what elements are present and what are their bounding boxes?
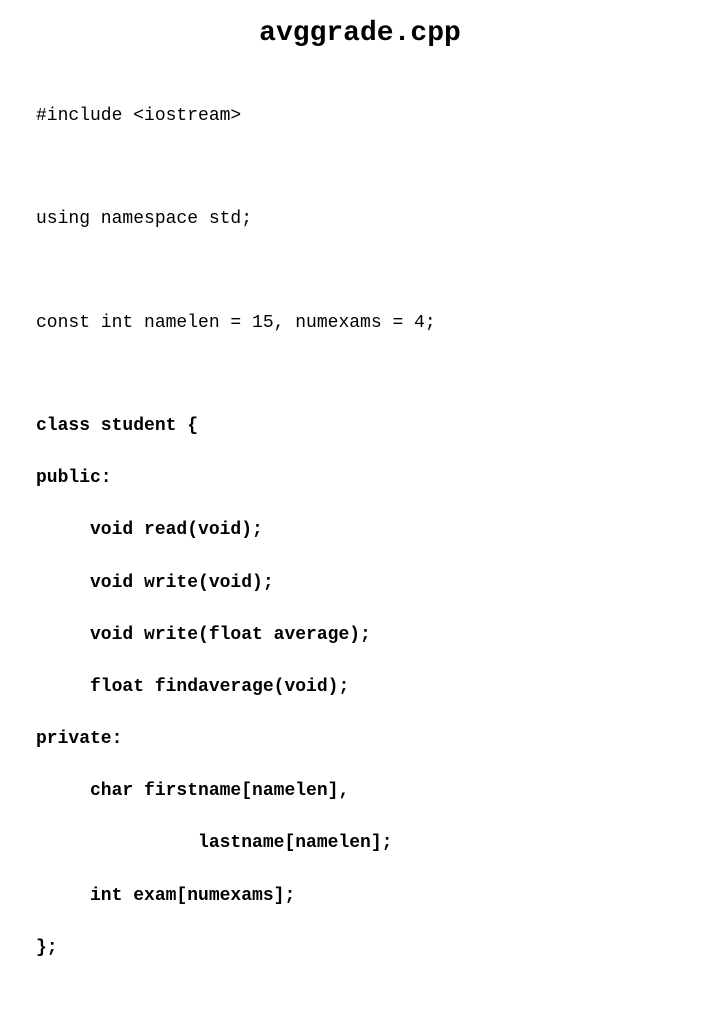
code-line: void write(float average); [36, 622, 684, 648]
code-slide: avggrade.cpp #include <iostream> using n… [0, 0, 720, 1013]
code-line: private: [36, 726, 684, 752]
code-line: lastname[namelen]; [36, 830, 684, 856]
code-line: #include <iostream> [36, 103, 684, 129]
file-title: avggrade.cpp [36, 18, 684, 49]
blank-line [36, 155, 684, 180]
code-line: float findaverage(void); [36, 674, 684, 700]
code-line: public: [36, 465, 684, 491]
code-line: using namespace std; [36, 206, 684, 232]
code-line: class student { [36, 413, 684, 439]
code-line: char firstname[namelen], [36, 778, 684, 804]
code-block: #include <iostream> using namespace std;… [36, 77, 684, 1013]
code-line: int exam[numexams]; [36, 883, 684, 909]
code-line: void write(void); [36, 570, 684, 596]
blank-line [36, 362, 684, 387]
code-line: const int namelen = 15, numexams = 4; [36, 310, 684, 336]
blank-line [36, 259, 684, 284]
code-line: }; [36, 935, 684, 961]
code-line: void read(void); [36, 517, 684, 543]
